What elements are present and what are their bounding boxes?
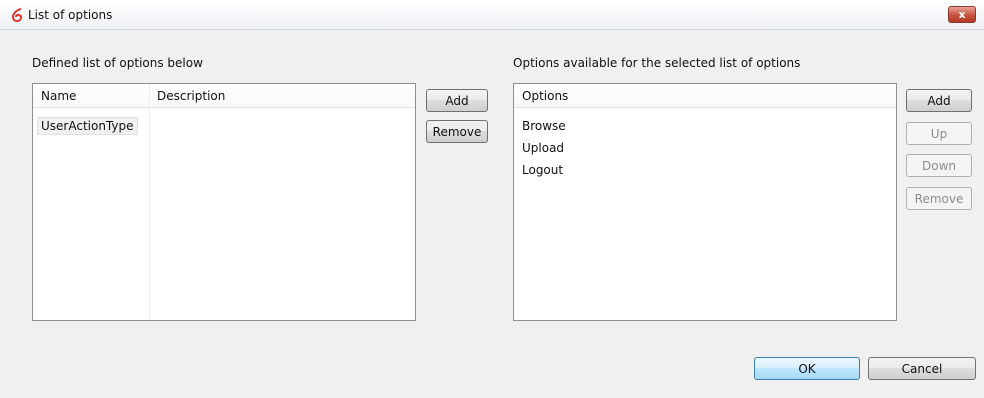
move-up-button[interactable]: Up [906, 122, 972, 145]
option-item-logout[interactable]: Logout [522, 163, 563, 177]
column-separator [149, 84, 150, 320]
column-name-header[interactable]: Name [41, 89, 76, 103]
remove-list-button[interactable]: Remove [426, 120, 488, 143]
add-option-button[interactable]: Add [906, 89, 972, 112]
close-button[interactable]: x [948, 6, 976, 23]
close-icon: x [958, 8, 966, 21]
option-item-browse[interactable]: Browse [522, 119, 566, 133]
column-options-header[interactable]: Options [522, 89, 568, 103]
add-list-button[interactable]: Add [426, 89, 488, 112]
defined-list-label: Defined list of options below [32, 56, 203, 70]
dialog-content: Defined list of options below Name Descr… [0, 31, 984, 398]
window-title: List of options [28, 8, 113, 22]
move-down-button[interactable]: Down [906, 154, 972, 177]
option-item-upload[interactable]: Upload [522, 141, 564, 155]
ok-button[interactable]: OK [754, 357, 860, 380]
options-available-label: Options available for the selected list … [513, 56, 801, 70]
cancel-button[interactable]: Cancel [868, 357, 976, 380]
defined-list-table[interactable]: Name Description UserActionType [32, 83, 416, 321]
title-bar: List of options x [0, 0, 984, 30]
options-list[interactable]: Options Browse Upload Logout [513, 83, 897, 321]
app-logo-icon [12, 8, 22, 22]
defined-list-header: Name Description [33, 84, 415, 108]
remove-option-button[interactable]: Remove [906, 187, 972, 210]
options-list-header: Options [514, 84, 896, 108]
list-row-name[interactable]: UserActionType [37, 117, 138, 135]
column-description-header[interactable]: Description [157, 89, 225, 103]
